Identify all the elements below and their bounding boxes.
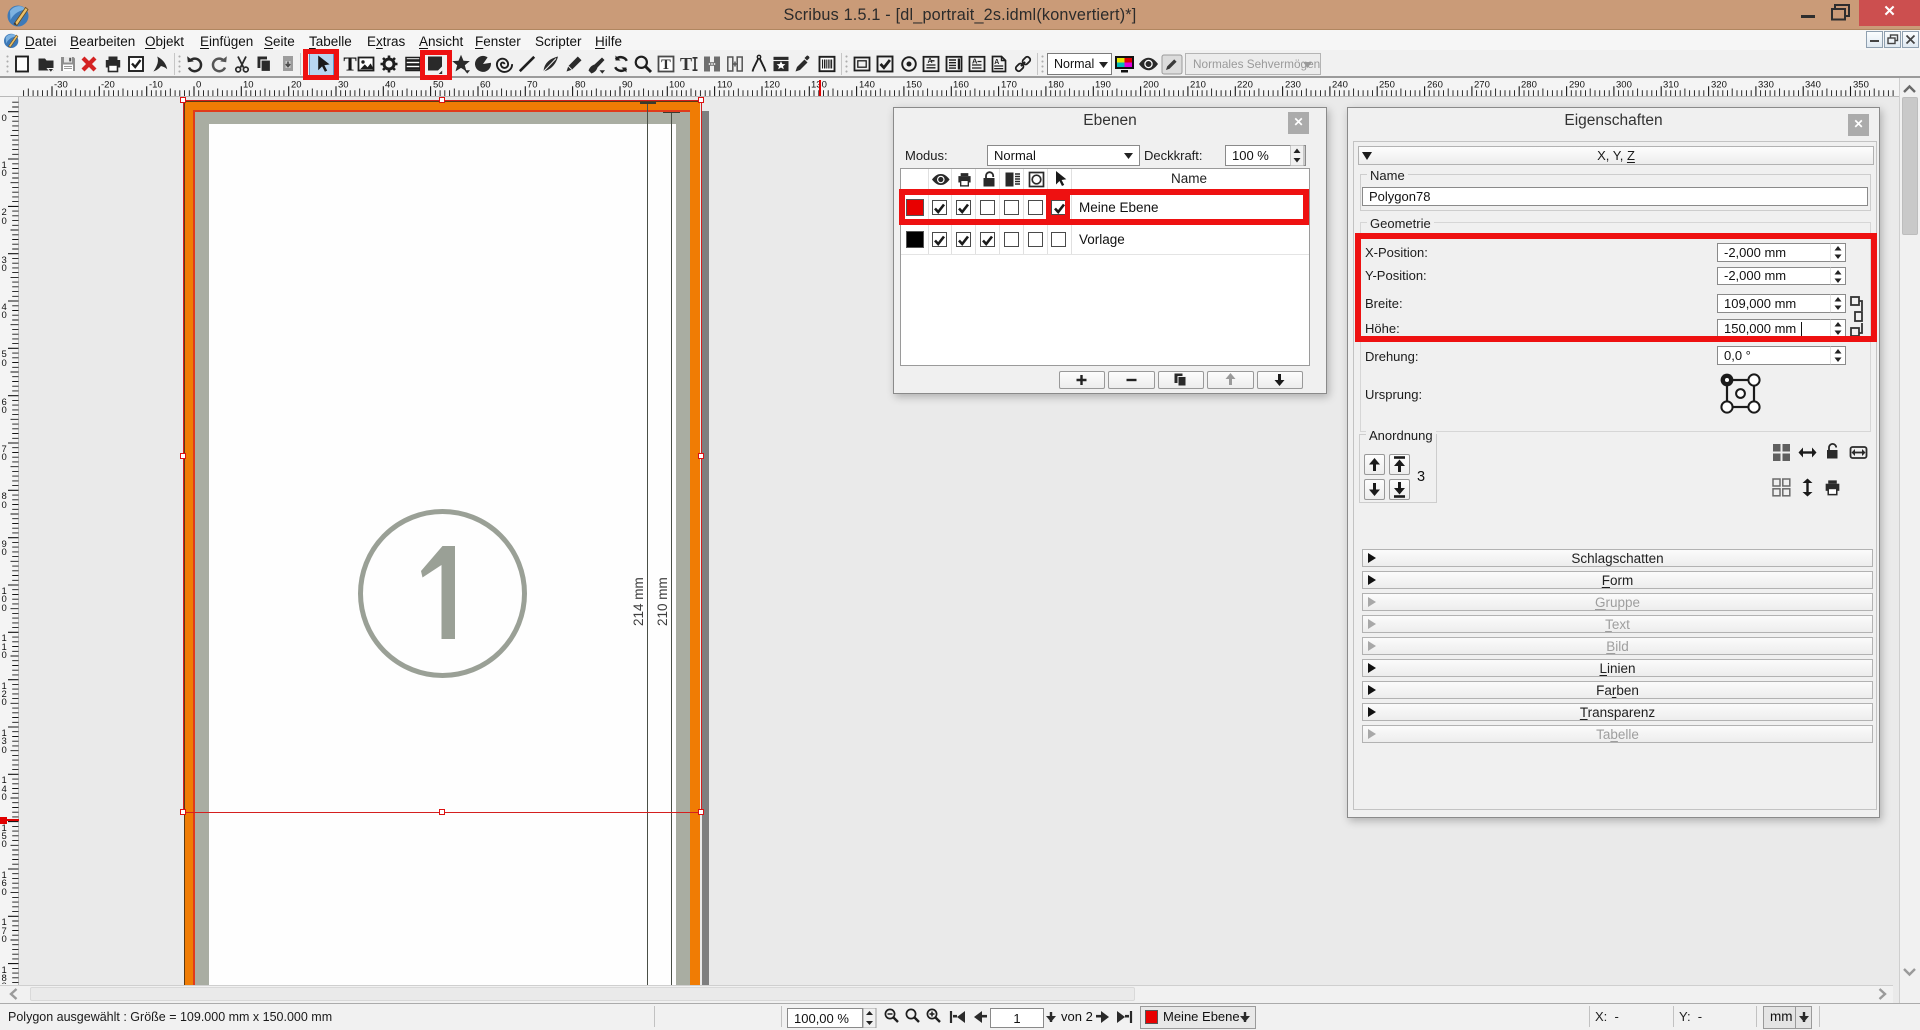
svg-text:T: T bbox=[661, 57, 671, 73]
svg-text:180: 180 bbox=[1048, 80, 1064, 91]
svg-text:340: 340 bbox=[1805, 80, 1821, 91]
svg-text:60: 60 bbox=[480, 80, 491, 91]
svg-text:140: 140 bbox=[859, 80, 875, 91]
svg-text:170: 170 bbox=[1001, 80, 1017, 91]
svg-text:0: 0 bbox=[2, 113, 7, 124]
svg-text:300: 300 bbox=[1616, 80, 1632, 91]
svg-text:330: 330 bbox=[1758, 80, 1774, 91]
svg-text:0: 0 bbox=[2, 310, 7, 321]
svg-text:210: 210 bbox=[1190, 80, 1206, 91]
svg-text:0: 0 bbox=[2, 887, 7, 898]
svg-text:90: 90 bbox=[622, 80, 633, 91]
svg-text:270: 270 bbox=[1474, 80, 1490, 91]
svg-text:10: 10 bbox=[243, 80, 254, 91]
svg-text:160: 160 bbox=[953, 80, 969, 91]
svg-text:0: 0 bbox=[2, 792, 7, 803]
svg-text:280: 280 bbox=[1521, 80, 1537, 91]
svg-text:0: 0 bbox=[2, 839, 7, 850]
svg-text:0: 0 bbox=[196, 80, 201, 91]
svg-text:A: A bbox=[994, 59, 999, 66]
svg-text:250: 250 bbox=[1379, 80, 1395, 91]
svg-text:0: 0 bbox=[2, 405, 7, 416]
svg-text:190: 190 bbox=[1095, 80, 1111, 91]
svg-text:80: 80 bbox=[575, 80, 586, 91]
svg-text:120: 120 bbox=[764, 80, 780, 91]
svg-text:200: 200 bbox=[1143, 80, 1159, 91]
svg-text:0: 0 bbox=[2, 603, 7, 614]
svg-text:0: 0 bbox=[2, 934, 7, 945]
svg-text:0: 0 bbox=[2, 697, 7, 708]
svg-text:40: 40 bbox=[385, 80, 396, 91]
svg-text:0: 0 bbox=[2, 981, 7, 984]
svg-text:290: 290 bbox=[1569, 80, 1585, 91]
svg-text:0: 0 bbox=[2, 745, 7, 756]
svg-text:A: A bbox=[972, 57, 978, 66]
svg-text:30: 30 bbox=[338, 80, 349, 91]
svg-text:150: 150 bbox=[906, 80, 922, 91]
svg-text:320: 320 bbox=[1711, 80, 1727, 91]
svg-text:0: 0 bbox=[2, 216, 7, 227]
svg-text:240: 240 bbox=[1332, 80, 1348, 91]
svg-text:310: 310 bbox=[1663, 80, 1679, 91]
svg-text:220: 220 bbox=[1237, 80, 1253, 91]
svg-text:-20: -20 bbox=[101, 80, 115, 91]
svg-text:0: 0 bbox=[2, 168, 7, 179]
svg-text:-10: -10 bbox=[149, 80, 163, 91]
svg-text:0: 0 bbox=[2, 452, 7, 463]
svg-text:0: 0 bbox=[2, 650, 7, 661]
svg-text:70: 70 bbox=[527, 80, 538, 91]
svg-text:50: 50 bbox=[433, 80, 444, 91]
svg-text:110: 110 bbox=[717, 80, 732, 91]
svg-text:100: 100 bbox=[669, 80, 685, 91]
svg-text:T: T bbox=[680, 54, 692, 74]
svg-text:260: 260 bbox=[1427, 80, 1443, 91]
svg-text:0: 0 bbox=[2, 263, 7, 274]
svg-text:0: 0 bbox=[2, 358, 7, 369]
svg-text:230: 230 bbox=[1285, 80, 1301, 91]
svg-text:350: 350 bbox=[1853, 80, 1869, 91]
svg-text:0: 0 bbox=[2, 500, 7, 511]
svg-text:A: A bbox=[928, 58, 933, 65]
svg-text:0: 0 bbox=[2, 547, 7, 558]
svg-text:20: 20 bbox=[291, 80, 302, 91]
svg-text:-30: -30 bbox=[54, 80, 68, 91]
